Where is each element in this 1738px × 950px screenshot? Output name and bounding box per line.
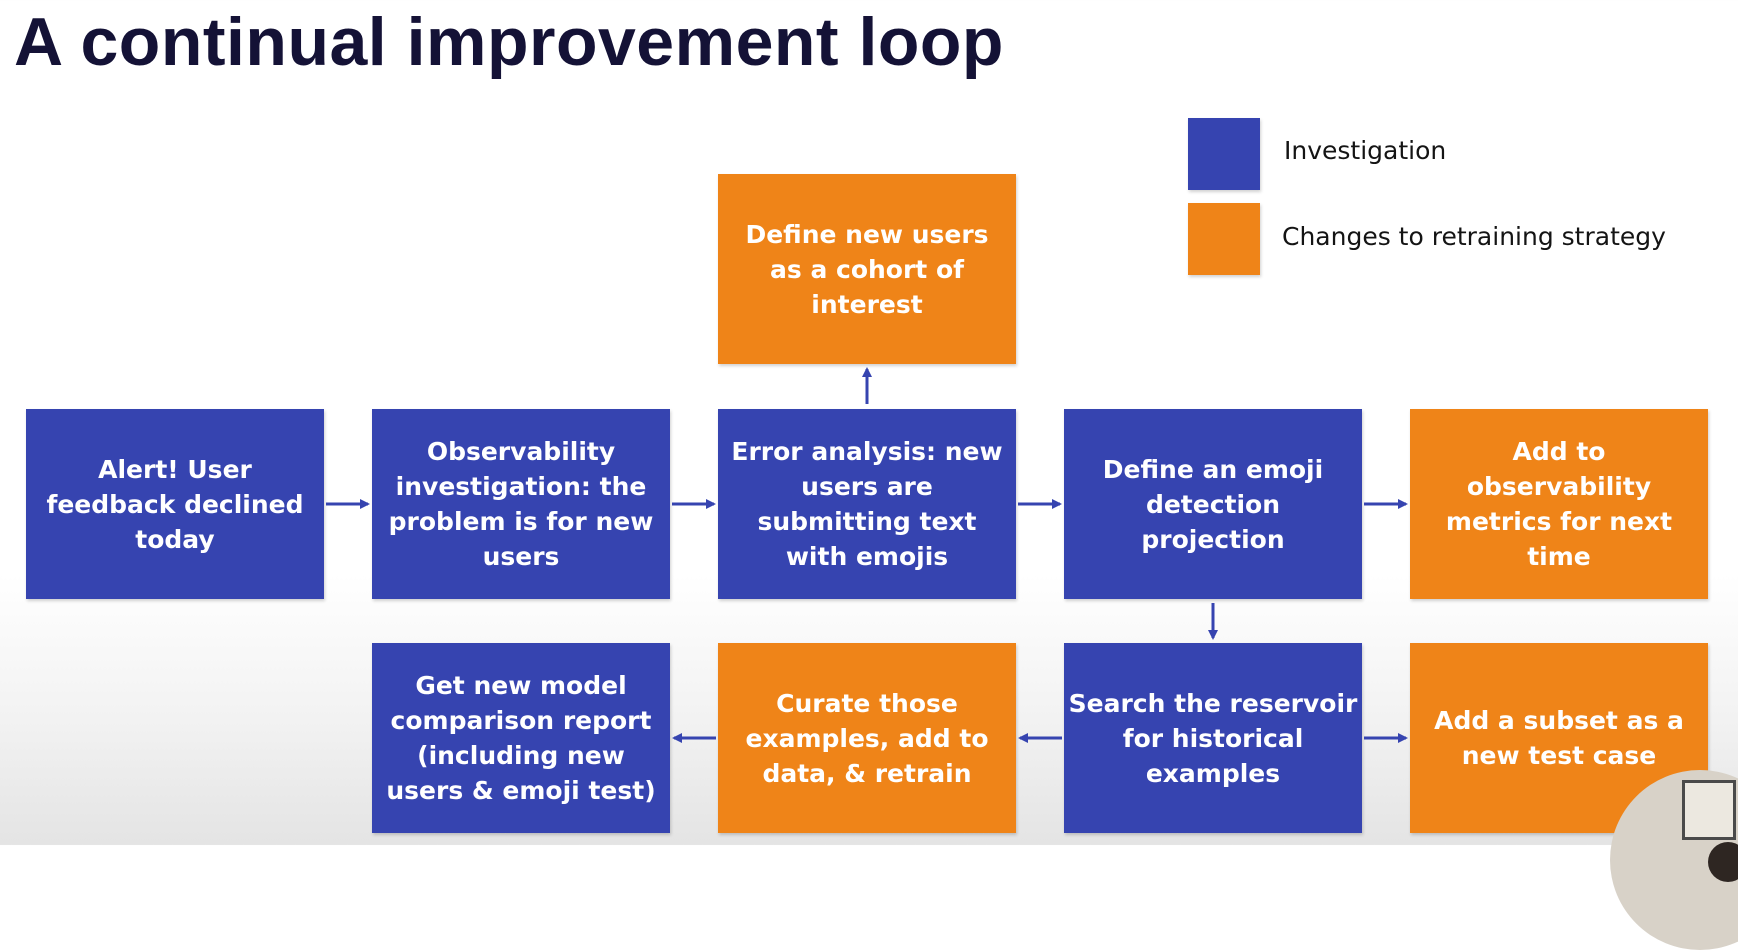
picture-frame (1682, 780, 1736, 840)
presenter-head (1708, 842, 1738, 882)
connector-arrows (326, 367, 1408, 743)
